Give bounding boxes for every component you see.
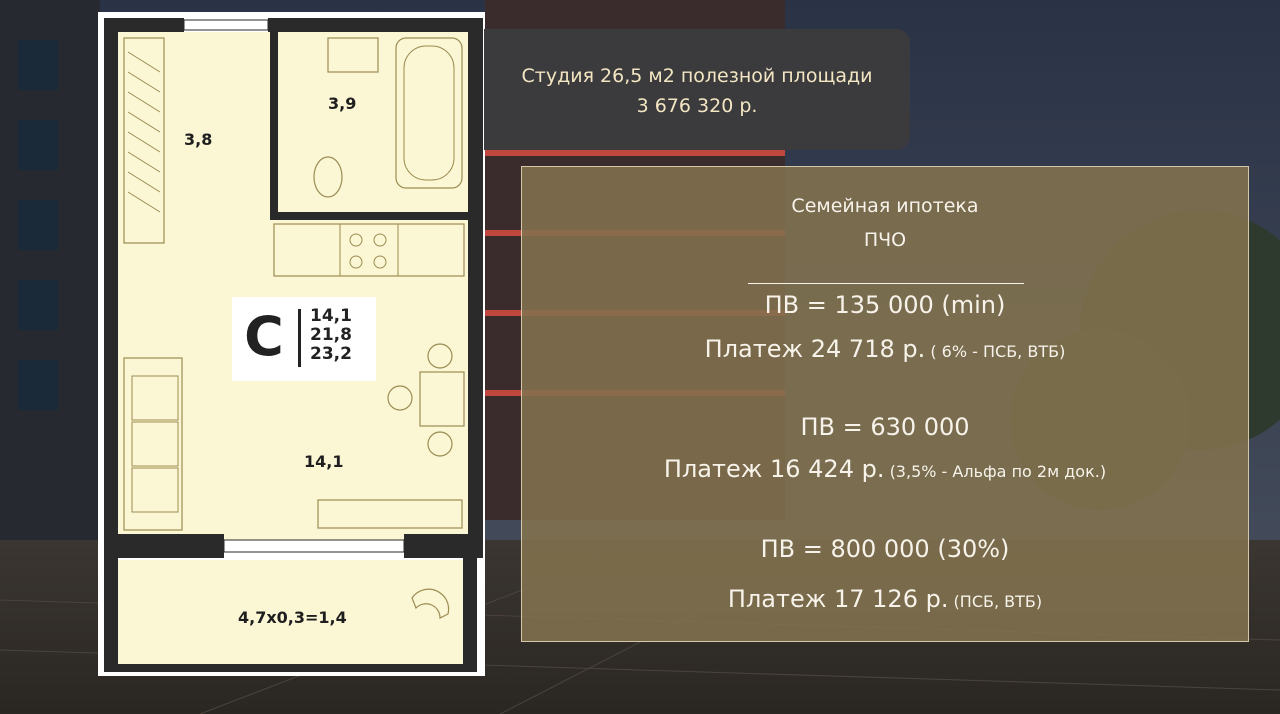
room-label-balcony: 4,7x0,3=1,4 <box>238 608 347 627</box>
option-1-payment: Платеж 24 718 р. <box>704 335 926 363</box>
wardrobe <box>123 37 165 244</box>
apartment-title: Студия 26,5 м2 полезной площади <box>521 65 873 87</box>
tv-stand <box>317 499 463 529</box>
option-3-down-payment: ПВ = 800 000 (30%) <box>760 535 1010 563</box>
apartment-summary: Студия 26,5 м2 полезной площади 3 676 32… <box>484 29 910 150</box>
toilet <box>313 156 343 198</box>
option-1-down-payment: ПВ = 135 000 (min) <box>764 291 1006 319</box>
bath-sink <box>327 37 379 73</box>
sofa <box>123 357 183 531</box>
bathtub <box>395 37 463 189</box>
room-label-hall: 3,8 <box>184 130 213 149</box>
area-badge: С 14,1 21,8 23,2 <box>232 297 376 381</box>
divider <box>748 283 1024 284</box>
mortgage-heading: Семейная ипотека <box>791 195 979 217</box>
option-2-down-payment: ПВ = 630 000 <box>800 413 970 441</box>
badge-divider <box>298 309 301 367</box>
option-3-payment: Платеж 17 126 р. <box>727 585 949 613</box>
mortgage-panel: Семейная ипотека ПЧО ПВ = 135 000 (min) … <box>521 166 1249 642</box>
area-total: 21,8 <box>310 325 352 345</box>
option-1-note: ( 6% - ПСБ, ВТБ) <box>930 342 1066 361</box>
balcony-door <box>223 539 405 553</box>
option-3-payment-row: Платеж 17 126 р. (ПСБ, ВТБ) <box>522 585 1248 613</box>
area-living: 14,1 <box>310 306 352 326</box>
room-label-bath: 3,9 <box>328 94 357 113</box>
apartment-type-letter: С <box>244 305 284 368</box>
area-full: 23,2 <box>310 344 352 364</box>
dining-table <box>419 371 465 427</box>
kitchen-counter <box>273 223 465 277</box>
apartment-price: 3 676 320 р. <box>636 95 758 117</box>
mortgage-subheading: ПЧО <box>863 229 907 251</box>
option-2-note: (3,5% - Альфа по 2м док.) <box>889 462 1107 481</box>
option-1-payment-row: Платеж 24 718 р. ( 6% - ПСБ, ВТБ) <box>522 335 1248 363</box>
floor-plan: 3,8 3,9 14,1 4,7x0,3=1,4 С 14,1 21,8 23,… <box>98 12 485 676</box>
option-2-payment-row: Платеж 16 424 р. (3,5% - Альфа по 2м док… <box>522 455 1248 483</box>
option-2-payment: Платеж 16 424 р. <box>663 455 885 483</box>
room-label-living: 14,1 <box>304 452 344 471</box>
window-top <box>183 19 269 31</box>
option-3-note: (ПСБ, ВТБ) <box>953 592 1043 611</box>
area-values: 14,1 21,8 23,2 <box>310 307 352 364</box>
